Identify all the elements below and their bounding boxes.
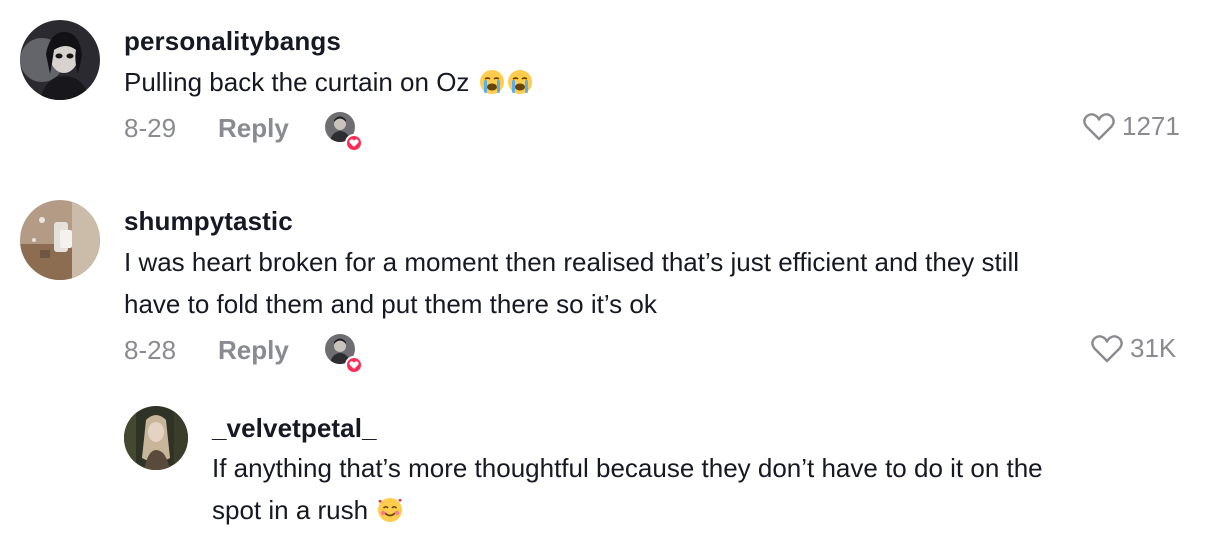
comment-text: I was heart broken for a moment then rea… [124,241,1019,325]
reply-text: If anything that’s more thoughtful becau… [212,447,1043,531]
comment-username[interactable]: shumpytastic [124,206,293,237]
heart-outline-icon [1090,334,1124,364]
reply-text-line: spot in a rush [212,495,369,525]
comment-text-content: Pulling back the curtain on Oz [124,67,470,97]
like-count: 1271 [1122,111,1180,141]
reply-text-line: If anything that’s more thoughtful becau… [212,453,1043,483]
reply-username[interactable]: _velvetpetal_ [212,413,377,444]
comment-username[interactable]: personalitybangs [124,26,341,57]
reply-button[interactable]: Reply [218,335,289,366]
creator-liked-indicator [325,112,363,152]
like-count: 31K [1130,333,1177,363]
heart-badge-icon [345,134,363,152]
heart-outline-icon [1082,112,1116,142]
heart-badge-icon [345,356,363,374]
comment-text-line: have to fold them and put them there so … [124,289,657,319]
comment-date: 8-29 [124,113,177,143]
like-button[interactable]: 31K [1090,333,1176,364]
avatar[interactable] [20,200,100,280]
avatar[interactable] [20,20,100,100]
comment-text-line: I was heart broken for a moment then rea… [124,247,1020,277]
reply-button[interactable]: Reply [218,113,289,144]
avatar[interactable] [124,406,188,470]
loudly-crying-face-icon [479,69,505,95]
loudly-crying-face-icon [507,69,533,95]
like-button[interactable]: 1271 [1082,111,1180,142]
comment-date: 8-28 [124,335,177,365]
creator-liked-indicator [325,334,363,374]
comment-text: Pulling back the curtain on Oz [124,61,533,103]
smiling-face-with-hearts-icon [377,497,403,523]
